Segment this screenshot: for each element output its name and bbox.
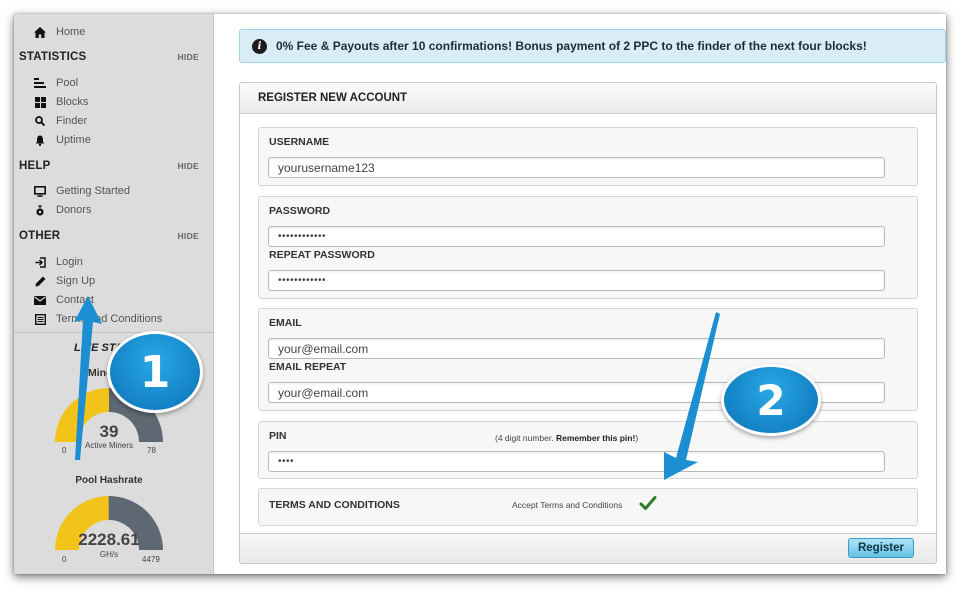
sidebar-item-label: Blocks	[56, 96, 89, 108]
money-bag-icon	[32, 204, 48, 216]
bell-icon	[32, 134, 48, 146]
pin-label: PIN	[269, 430, 287, 442]
username-input[interactable]	[268, 157, 885, 178]
login-icon	[32, 256, 48, 268]
sidebar-item-label: Terms and Conditions	[56, 313, 163, 325]
statistics-hide-button[interactable]: HIDE	[177, 52, 199, 62]
sidebar-item-sign-up[interactable]: Sign Up	[32, 273, 95, 289]
sidebar-item-pool[interactable]: Pool	[32, 75, 78, 91]
home-icon	[32, 26, 48, 38]
terms-label: TERMS AND CONDITIONS	[269, 499, 400, 511]
statistics-section-title: STATISTICS	[19, 51, 87, 63]
email-input[interactable]	[268, 338, 885, 359]
repeat-password-input[interactable]	[268, 270, 885, 291]
help-section-title: HELP	[19, 160, 51, 172]
email-repeat-label: EMAIL REPEAT	[269, 361, 347, 373]
sidebar-item-contact[interactable]: Contact	[32, 292, 94, 308]
accept-terms-label: Accept Terms and Conditions	[512, 500, 623, 510]
panel-header: REGISTER NEW ACCOUNT	[240, 83, 936, 114]
grid-icon	[32, 96, 48, 108]
sidebar-item-donors[interactable]: Donors	[32, 202, 91, 218]
notice-text: 0% Fee & Payouts after 10 confirmations!…	[276, 39, 867, 53]
miners-gauge-value: 39	[99, 422, 119, 441]
monitor-icon	[32, 185, 48, 197]
sidebar-item-label: Pool	[56, 77, 79, 89]
notice-banner: i 0% Fee & Payouts after 10 confirmation…	[239, 29, 946, 63]
annotation-badge-1: 1	[107, 331, 203, 413]
sidebar-item-uptime[interactable]: Uptime	[32, 132, 91, 148]
sidebar-item-getting-started[interactable]: Getting Started	[32, 183, 130, 199]
register-panel: REGISTER NEW ACCOUNT USERNAME PASSWORD R…	[239, 82, 937, 564]
sidebar-item-label: Home	[56, 26, 86, 38]
other-hide-button[interactable]: HIDE	[177, 231, 199, 241]
password-label: PASSWORD	[269, 205, 331, 217]
sidebar: Home STATISTICS HIDE Pool Blocks Finder	[14, 14, 214, 574]
panel-title: REGISTER NEW ACCOUNT	[258, 92, 408, 104]
sidebar-item-finder[interactable]: Finder	[32, 113, 87, 129]
hashrate-gauge-max: 4479	[142, 555, 160, 564]
panel-footer: Register	[240, 533, 936, 563]
sidebar-item-label: Getting Started	[56, 185, 130, 197]
pin-hint: (4 digit number. Remember this pin!)	[495, 433, 638, 443]
repeat-password-label: REPEAT PASSWORD	[269, 249, 375, 261]
other-section-title: OTHER	[19, 230, 61, 242]
username-label: USERNAME	[269, 136, 330, 148]
pin-input[interactable]	[268, 451, 885, 472]
sidebar-item-home[interactable]: Home	[32, 24, 85, 40]
hashrate-gauge-min: 0	[62, 555, 67, 564]
pin-fieldset: PIN (4 digit number. Remember this pin!)	[258, 421, 918, 479]
sidebar-item-label: Uptime	[56, 134, 91, 146]
sidebar-item-label: Sign Up	[56, 275, 96, 287]
document-icon	[32, 313, 48, 325]
register-button[interactable]: Register	[848, 538, 914, 558]
username-fieldset: USERNAME	[258, 127, 918, 186]
hashrate-gauge-title: Pool Hashrate	[75, 475, 143, 486]
pin-hint-suffix: )	[635, 433, 639, 443]
checkmark-icon[interactable]	[639, 495, 657, 511]
sidebar-item-label: Finder	[56, 115, 88, 127]
sidebar-item-login[interactable]: Login	[32, 254, 83, 270]
search-icon	[32, 115, 48, 127]
sidebar-divider	[14, 332, 214, 333]
pin-hint-bold: Remember this pin!	[555, 433, 636, 443]
hashrate-gauge-value: 2228.61	[78, 530, 140, 549]
sidebar-item-label: Donors	[56, 204, 92, 216]
miners-gauge-max: 78	[147, 446, 156, 455]
sidebar-item-terms[interactable]: Terms and Conditions	[32, 311, 162, 327]
info-icon: i	[252, 38, 267, 54]
browser-page: Home STATISTICS HIDE Pool Blocks Finder	[14, 14, 946, 574]
annotation-badge-2: 2	[721, 364, 821, 436]
pencil-icon	[32, 275, 48, 287]
sidebar-item-blocks[interactable]: Blocks	[32, 94, 88, 110]
sidebar-item-label: Login	[56, 256, 83, 268]
password-fieldset: PASSWORD REPEAT PASSWORD	[258, 196, 918, 299]
bar-list-icon	[32, 77, 48, 89]
terms-fieldset: TERMS AND CONDITIONS Accept Terms and Co…	[258, 488, 918, 526]
password-input[interactable]	[268, 226, 885, 247]
email-label: EMAIL	[269, 317, 302, 329]
main-content: i 0% Fee & Payouts after 10 confirmation…	[214, 14, 946, 574]
pin-hint-prefix: (4 digit number.	[495, 433, 556, 443]
help-hide-button[interactable]: HIDE	[177, 161, 199, 171]
miners-gauge-min: 0	[62, 446, 67, 455]
sidebar-item-label: Contact	[56, 294, 94, 306]
envelope-icon	[32, 294, 48, 306]
